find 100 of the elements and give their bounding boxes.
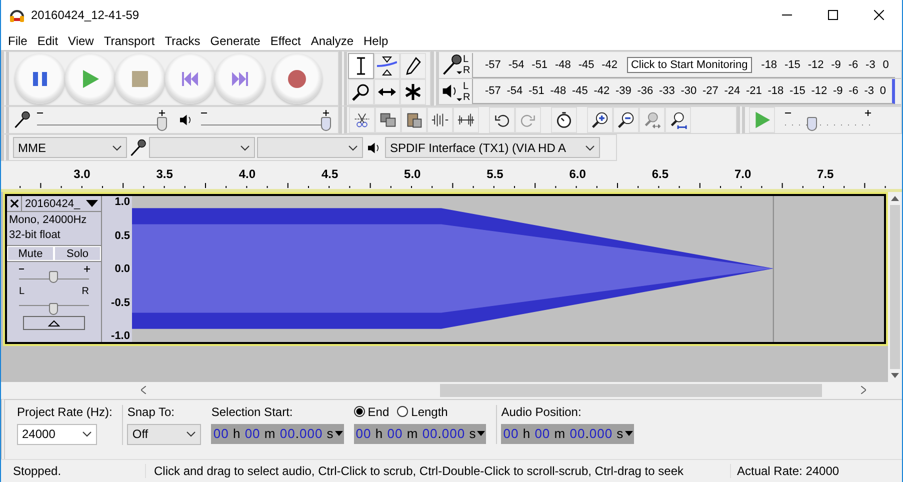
gain-slider[interactable] [17,265,91,286]
meter-tick-label: -33 [659,85,675,98]
meter-tick-label: -45 [578,58,594,71]
window-title: 20160424_12-41-59 [31,8,140,22]
trim-button[interactable] [349,107,375,134]
menu-item[interactable]: Transport [98,34,160,48]
track-info: 32-bit float [8,228,62,242]
multi-tool[interactable] [400,79,426,106]
meter-tick-label: -15 [784,58,800,71]
copy-button[interactable] [375,107,401,134]
envelope-icon [377,56,397,76]
channel-label: L [463,80,470,92]
up-arrow-icon[interactable] [891,196,900,202]
dropdown-arrow-icon [86,200,98,208]
paste-button[interactable] [401,107,427,134]
meter-tick-label: -12 [811,85,828,98]
dropdown-arrow-icon [477,431,486,436]
pause-button[interactable] [15,54,65,104]
meter-tick-label: -9 [831,58,841,71]
scissors-icon [353,111,371,130]
menu-item[interactable]: Effect [265,34,306,48]
meter-tick-label: -48 [550,85,566,98]
mute-button[interactable]: Mute [7,246,54,262]
end-button[interactable] [215,54,265,104]
select-tool[interactable] [348,53,374,80]
radio-button[interactable]: Length [397,404,448,419]
input-volume-slider[interactable] [35,109,165,132]
slider-thumb[interactable] [157,117,167,132]
speed-slider[interactable] [783,109,873,132]
meter-tick-label: -51 [528,85,544,98]
amplitude-label: 0.0 [114,263,130,276]
menu-item[interactable]: Edit [32,34,64,48]
silence-button[interactable] [453,107,479,134]
zoom-in-button[interactable] [587,107,613,134]
tooltip: Click to Start Monitoring [626,56,752,73]
time-field[interactable]: 00 h 00 m 00.000 s [354,424,486,444]
zoom-out-icon [617,111,635,130]
envelope-tool[interactable] [374,53,400,80]
actual-rate: Actual Rate: 24000 [736,464,840,478]
amplitude-label: -1.0 [111,330,130,342]
zoom-in-icon [591,111,609,130]
timeshift-tool[interactable] [374,79,400,106]
play-icon [80,68,100,89]
sync-lock-button[interactable] [551,107,577,134]
meter-tick-label: -54 [508,58,524,71]
meter-tick-label: -45 [572,85,588,98]
output-volume-slider[interactable] [199,109,329,132]
selection-start-label: Selection Start: [211,404,294,419]
zoom-out-button[interactable] [613,107,639,134]
meter-tick-label: -54 [506,85,523,98]
down-arrow-icon[interactable] [891,373,900,378]
time-field[interactable]: 00 h 00 m 00.000 s [211,424,344,444]
meter-tick-label: -18 [768,85,784,98]
zoom-tool[interactable] [348,79,374,106]
ruler-label: 3.5 [156,167,173,182]
solo-button[interactable]: Solo [54,246,101,262]
menu-item[interactable]: Generate [205,34,266,48]
slider-thumb[interactable] [321,117,331,132]
record-button[interactable] [272,54,322,104]
draw-tool[interactable] [400,53,426,80]
project-rate-dropdown[interactable]: 24000 [17,424,97,445]
paste-icon [405,111,423,130]
close-track-button[interactable] [7,196,22,212]
trim-audio-button[interactable] [427,107,453,134]
recording-meter[interactable]: -57 -54 -51 -48 -45 -42 Click to Start Monitoring -18 -15 -12 -9 -6 -3 0 [472,52,895,78]
microphone-icon[interactable] [441,54,463,76]
audio-host-dropdown[interactable]: MME [13,137,127,158]
radio-button[interactable]: End [354,404,390,419]
caret-icon [112,144,122,151]
menu-item[interactable]: View [63,34,99,48]
slider-thumb[interactable] [49,271,58,284]
undo-button[interactable] [489,107,515,134]
collapse-button[interactable] [23,316,85,330]
time-field[interactable]: 00 h 00 m 00.000 s [501,424,634,444]
menu-item[interactable]: File [3,34,32,48]
slider-thumb[interactable] [806,117,816,132]
caret-icon [240,144,250,151]
stopwatch-icon [555,111,573,130]
fit-project-button[interactable] [665,107,691,134]
playback-device-dropdown[interactable]: SPDIF Interface (TX1) (VIA HD A [385,137,600,158]
meter-tick-label: -15 [790,85,806,98]
meter-tick-label: -3 [866,58,876,71]
close-icon[interactable] [874,10,884,20]
meter-tick-label: -42 [594,85,610,98]
meter-tick-label: -6 [848,58,858,71]
start-button[interactable] [165,54,215,104]
menu-item[interactable]: Help [358,34,394,48]
slider-thumb[interactable] [49,303,58,316]
play-button[interactable] [65,54,115,104]
maximize-icon[interactable] [828,10,838,20]
menu-item[interactable]: Analyze [306,34,359,48]
meter-tick-label: -30 [680,85,697,98]
ruler-label: 5.5 [486,167,504,182]
meter-tick-label: -3 [864,85,874,98]
status-text: Stopped. [5,464,146,478]
ruler-label: 4.0 [238,167,256,182]
snap-to-dropdown[interactable]: Off [127,424,202,445]
channel-label: R [463,65,472,76]
waveform-icon [431,111,449,130]
menu-item[interactable]: Tracks [160,34,206,48]
